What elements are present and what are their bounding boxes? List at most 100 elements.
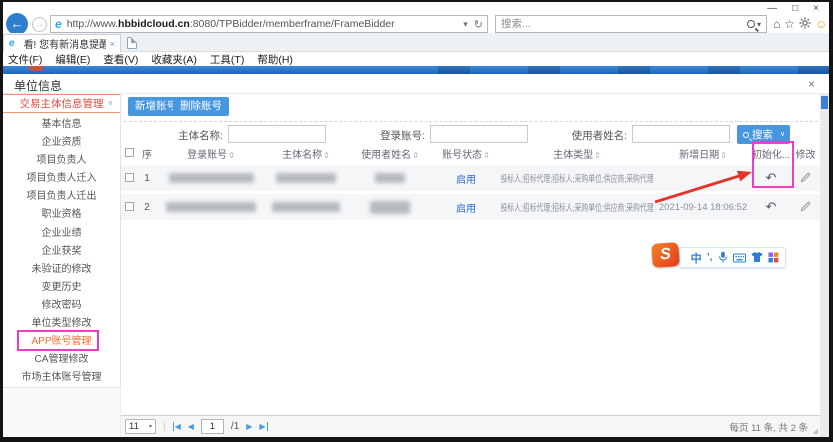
ime-toolbar: 中 ’, — [679, 247, 786, 268]
user-name-input[interactable] — [632, 125, 730, 143]
row-checkbox[interactable] — [125, 173, 134, 182]
menu-help[interactable]: 帮助(H) — [257, 52, 293, 67]
ime-microphone-icon[interactable] — [718, 251, 728, 264]
forward-arrow-icon: → — [35, 19, 44, 29]
col-subject-name[interactable]: 主体名称⇕ — [265, 146, 347, 161]
feedback-smiley-icon[interactable]: ☺ — [815, 18, 827, 30]
sort-icon: ⇕ — [594, 151, 601, 160]
cell-user-name-redacted — [347, 173, 433, 183]
tab-close-icon[interactable]: × — [110, 39, 115, 49]
cell-subject-name-redacted — [265, 202, 347, 212]
search-dropdown-icon[interactable]: ▾ — [757, 20, 761, 29]
menu-favorites[interactable]: 收藏夹(A) — [151, 52, 197, 67]
forward-button[interactable]: → — [32, 17, 47, 32]
dialog-close-icon[interactable]: × — [808, 77, 815, 91]
window-controls: — □ × — [767, 3, 819, 15]
new-tab-button[interactable] — [127, 37, 137, 49]
sidebar-item-enterprise-performance[interactable]: 企业业绩 — [3, 225, 120, 243]
vertical-scrollbar-track[interactable] — [820, 94, 829, 437]
maximize-button[interactable]: □ — [792, 3, 798, 15]
col-account-status[interactable]: 账号状态⇕ — [433, 146, 499, 161]
first-page-icon[interactable]: ◀ — [173, 422, 181, 431]
ime-chinese-mode-icon[interactable]: 中 — [691, 250, 702, 266]
sidebar-item-project-manager[interactable]: 项目负责人 — [3, 152, 120, 170]
sidebar-item-basic-info[interactable]: 基本信息 — [3, 116, 120, 134]
toolbar-divider — [124, 121, 818, 122]
initialize-undo-icon[interactable]: ↶ — [766, 199, 777, 214]
sidebar-item-unverified-changes[interactable]: 未验证的修改 — [3, 261, 120, 279]
cell-user-name-redacted — [347, 201, 433, 214]
edit-action[interactable] — [791, 201, 820, 212]
page-number-input[interactable] — [201, 419, 224, 434]
row-checkbox[interactable] — [125, 202, 134, 211]
search-icon[interactable] — [747, 20, 755, 28]
ime-keyboard-icon[interactable] — [733, 253, 746, 263]
browser-toolbar-icons: ⌂ ☆ ☺ — [773, 15, 827, 33]
ime-toolbox-grid-icon[interactable] — [768, 252, 779, 263]
site-nav-fragments — [438, 66, 829, 74]
edit-pencil-icon[interactable] — [800, 201, 811, 212]
select-caret-icon: ▾ — [149, 423, 152, 430]
sidebar-item-pm-transfer-in[interactable]: 项目负责人迁入 — [3, 170, 120, 188]
sidebar-item-change-history[interactable]: 变更历史 — [3, 279, 120, 297]
page-size-select[interactable]: 11 ▾ — [125, 419, 156, 434]
favorites-star-icon[interactable]: ☆ — [784, 18, 795, 30]
annotation-red-arrow — [640, 158, 765, 213]
login-account-input[interactable] — [430, 125, 528, 143]
browser-search-box[interactable]: ▾ — [495, 15, 767, 33]
menu-tools[interactable]: 工具(T) — [210, 52, 244, 67]
browser-search-input[interactable] — [501, 18, 747, 30]
next-page-icon[interactable]: ▶ — [246, 422, 252, 431]
sidebar-item-market-subject-account[interactable]: 市场主体账号管理 — [3, 369, 120, 387]
last-page-icon[interactable]: ▶ — [259, 422, 267, 431]
dialog-title: 单位信息 — [14, 77, 62, 94]
account-status-link[interactable]: 启用 — [433, 200, 499, 215]
sidebar-item-enterprise-awards[interactable]: 企业获奖 — [3, 243, 120, 261]
prev-page-icon[interactable]: ◀ — [188, 422, 194, 431]
site-header-strip — [3, 66, 829, 74]
sidebar-item-change-password[interactable]: 修改密码 — [3, 297, 120, 315]
sidebar-item-professional-qualification[interactable]: 职业资格 — [3, 206, 120, 224]
refresh-icon[interactable]: ↻ — [474, 18, 483, 31]
col-user-name[interactable]: 使用者姓名⇕ — [347, 146, 433, 161]
account-status-link[interactable]: 启用 — [433, 171, 499, 186]
sort-icon: ⇕ — [412, 151, 419, 160]
address-bar[interactable]: e http://www.hbbidcloud.cn:8080/TPBidder… — [50, 15, 488, 33]
resize-grip-icon: ◢ — [813, 427, 818, 435]
address-dropdown-icon[interactable]: ▾ — [463, 19, 468, 30]
col-login-account[interactable]: 登录账号⇕ — [157, 146, 265, 161]
sidebar-footer-area — [3, 387, 121, 437]
col-subject-type[interactable]: 主体类型⇕ — [499, 146, 655, 161]
minimize-button[interactable]: — — [767, 3, 777, 15]
menu-view[interactable]: 查看(V) — [103, 52, 138, 67]
sidebar-item-pm-transfer-out[interactable]: 项目负责人迁出 — [3, 188, 120, 206]
sidebar-item-ca-management-change[interactable]: CA管理修改 — [3, 351, 120, 369]
close-window-button[interactable]: × — [813, 3, 819, 15]
edit-action[interactable] — [791, 172, 820, 183]
cell-login-account-redacted — [157, 173, 265, 183]
ime-punctuation-icon[interactable]: ’, — [707, 252, 713, 263]
sidebar-header[interactable]: 交易主体信息管理 ∨ — [3, 94, 120, 113]
select-all-checkbox[interactable] — [125, 148, 134, 157]
cell-seq: 1 — [137, 173, 157, 184]
cell-login-account-redacted — [157, 202, 265, 212]
tab-title: 看! 您有新消息提醒，请点... — [24, 36, 106, 51]
vertical-scrollbar-thumb[interactable] — [821, 96, 828, 109]
delete-account-button[interactable]: 删除账号 — [173, 97, 229, 116]
menu-edit[interactable]: 编辑(E) — [55, 52, 90, 67]
sidebar-item-enterprise-qualification[interactable]: 企业资质 — [3, 134, 120, 152]
settings-gear-icon[interactable] — [799, 17, 811, 31]
col-edit: 修改 — [791, 146, 820, 161]
browser-menubar: 文件(F) 编辑(E) 查看(V) 收藏夹(A) 工具(T) 帮助(H) — [3, 52, 829, 66]
ime-skin-shirt-icon[interactable] — [751, 252, 763, 263]
col-seq: 序 — [137, 146, 157, 161]
home-icon[interactable]: ⌂ — [773, 18, 780, 30]
sogou-logo-icon[interactable]: S — [651, 242, 680, 268]
back-button[interactable]: ← — [6, 13, 28, 35]
browser-tab[interactable]: e 看! 您有新消息提醒，请点... × — [3, 34, 121, 52]
subject-name-input[interactable] — [228, 125, 326, 143]
ie-logo-icon: e — [55, 17, 62, 31]
pagination-separator: | — [163, 421, 166, 432]
edit-pencil-icon[interactable] — [800, 172, 811, 183]
menu-file[interactable]: 文件(F) — [8, 52, 42, 67]
